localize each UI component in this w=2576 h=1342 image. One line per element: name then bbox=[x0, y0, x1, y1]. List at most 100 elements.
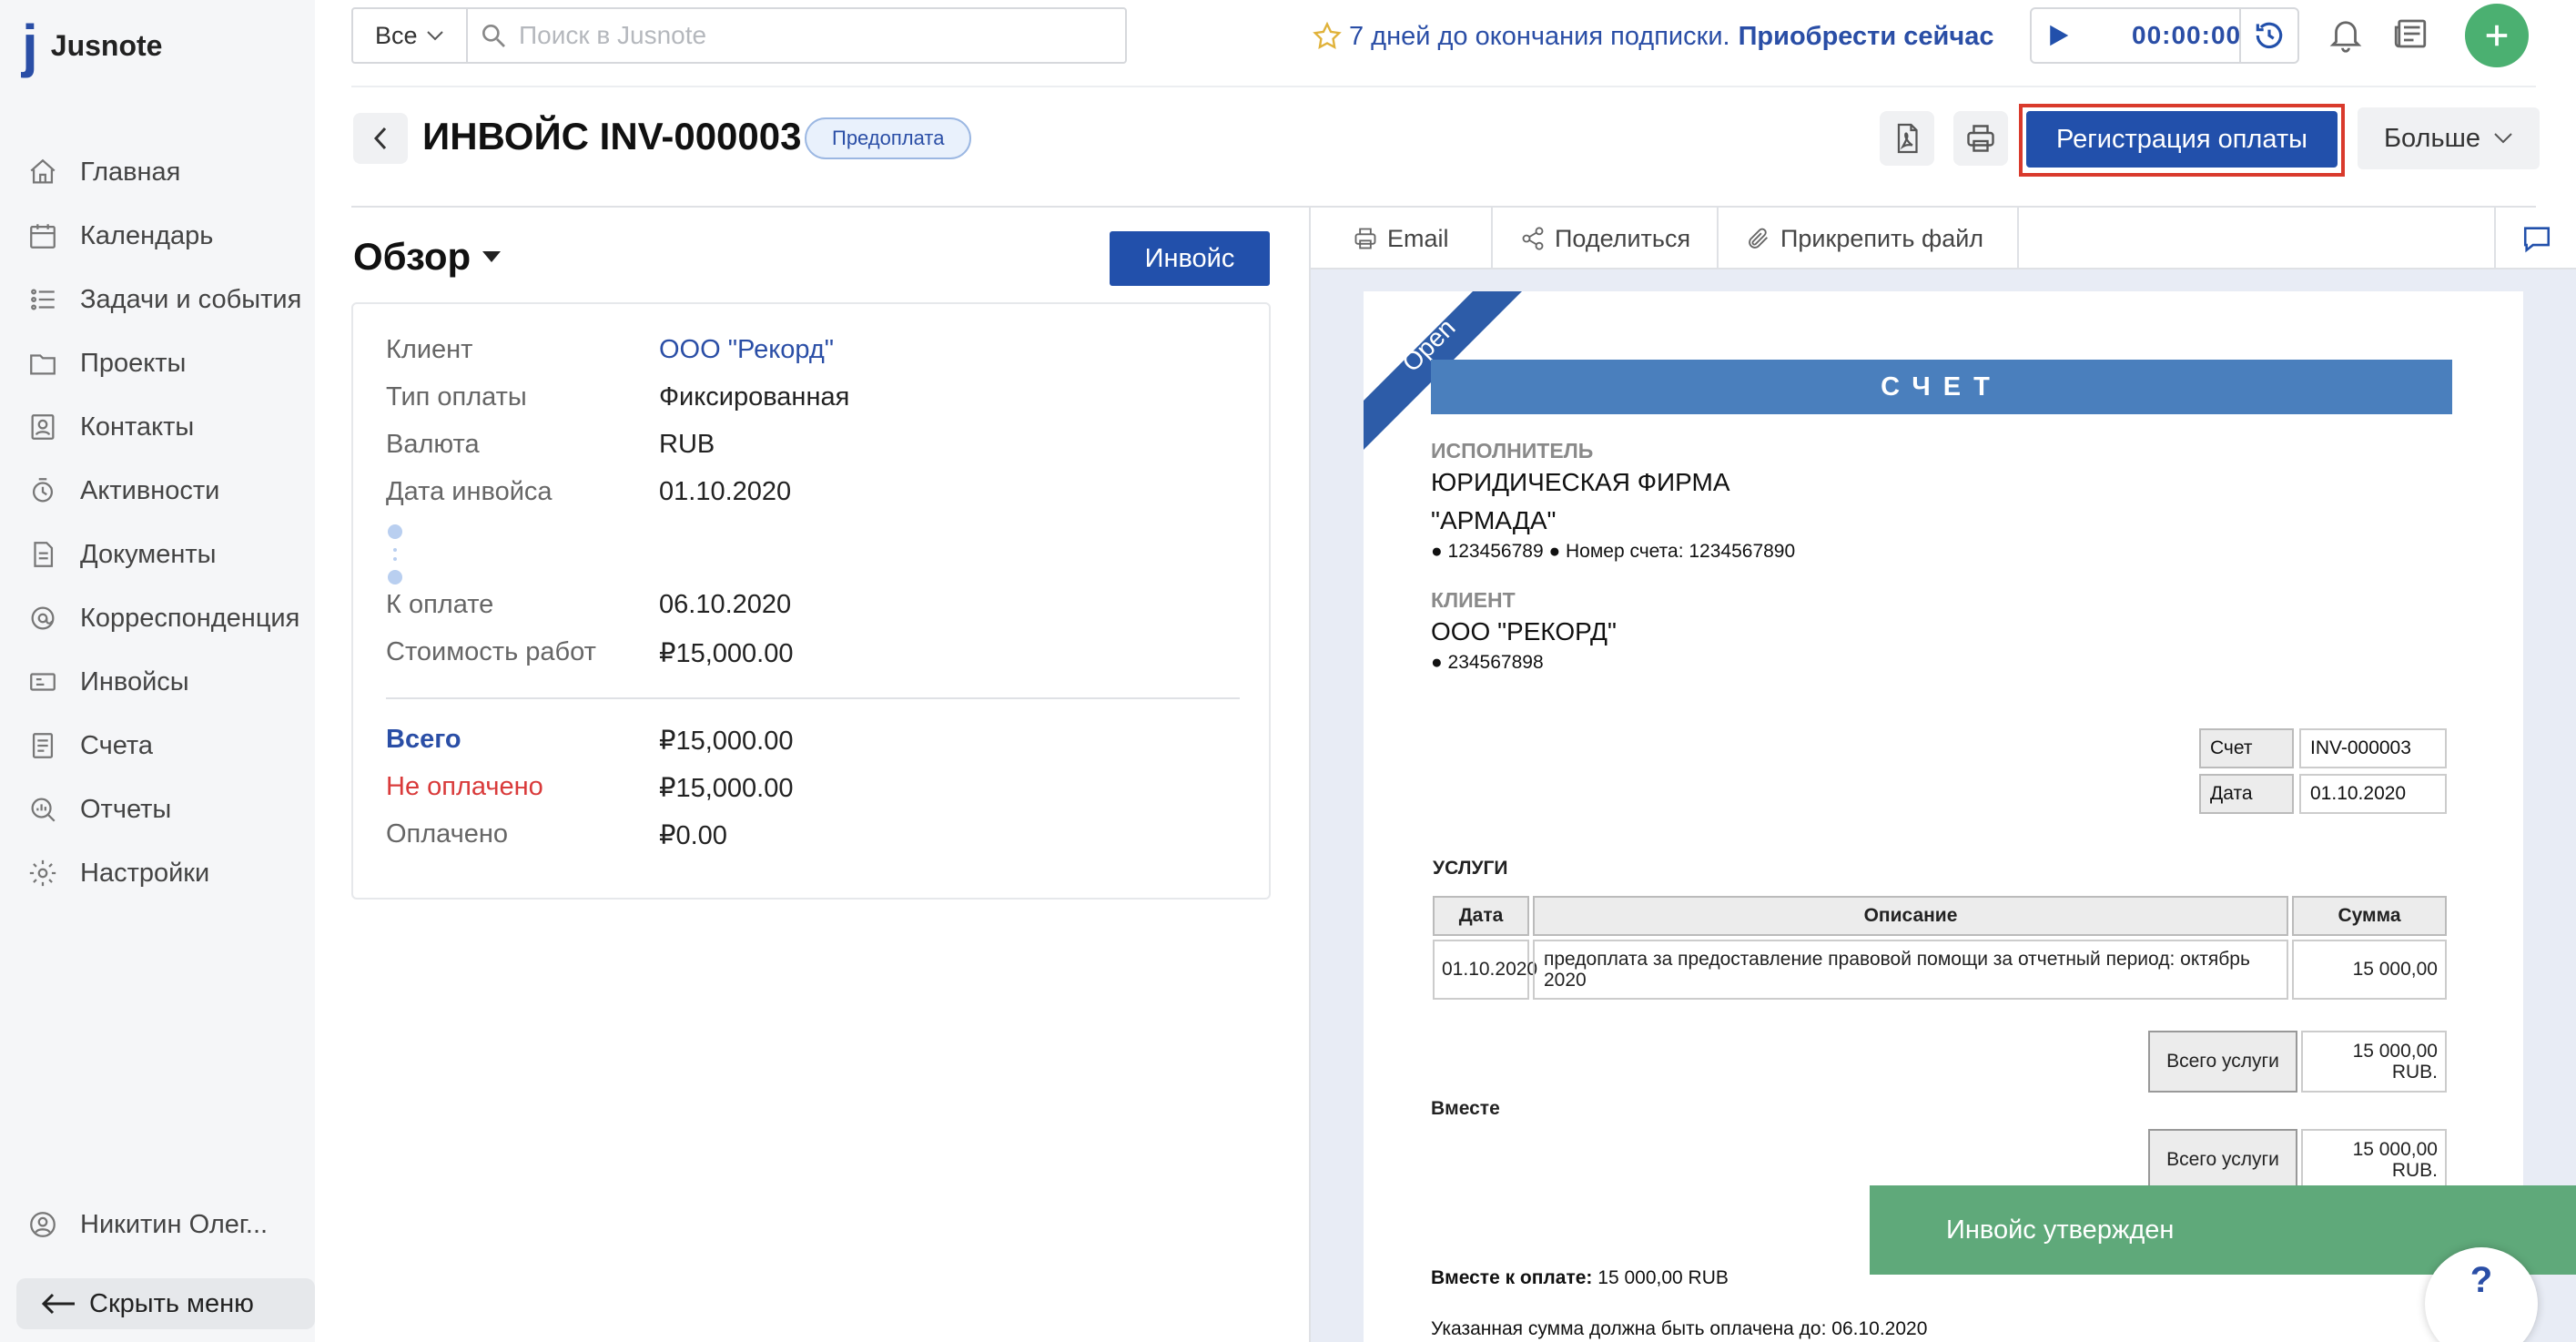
executor-label: ИСПОЛНИТЕЛЬ bbox=[1431, 439, 1594, 463]
sidebar-item-bills[interactable]: Счета bbox=[0, 714, 315, 778]
due-note: Указанная сумма должна быть оплачена до:… bbox=[1431, 1318, 1928, 1339]
sidebar-item-mail[interactable]: Корреспонденция bbox=[0, 586, 315, 650]
user-profile[interactable]: Никитин Олег... bbox=[0, 1193, 315, 1256]
clock-icon bbox=[2256, 22, 2283, 49]
share-button[interactable]: Поделиться bbox=[1493, 208, 1719, 269]
paid-value: ₽0.00 bbox=[659, 821, 727, 850]
client-link[interactable]: ООО "Рекорд" bbox=[659, 335, 834, 365]
client-label: КЛИЕНТ bbox=[1431, 588, 1516, 612]
invoice-icon bbox=[30, 673, 56, 691]
detail-label: Тип оплаты bbox=[386, 382, 527, 412]
comments-button[interactable] bbox=[2494, 208, 2576, 269]
sidebar-nav: Главная Календарь Задачи и события Проек… bbox=[0, 140, 315, 905]
print-button[interactable] bbox=[1953, 111, 2008, 166]
sidebar-item-settings[interactable]: Настройки bbox=[0, 841, 315, 905]
invoice-view-button[interactable]: Инвойс bbox=[1110, 231, 1270, 286]
attach-file-button[interactable]: Прикрепить файл bbox=[1719, 208, 2019, 269]
sidebar-item-label: Контакты bbox=[80, 412, 195, 442]
overview-dropdown[interactable]: Обзор bbox=[353, 235, 502, 279]
client-name: ООО "РЕКОРД" bbox=[1431, 617, 1617, 646]
document-toolbar: Email Поделиться Прикрепить файл bbox=[1311, 208, 2576, 269]
printer-icon bbox=[1354, 228, 1376, 249]
email-label: Email bbox=[1387, 224, 1449, 252]
sidebar-item-label: Документы bbox=[80, 539, 217, 569]
divider bbox=[386, 697, 1240, 699]
invoice-title: СЧЕТ bbox=[1431, 360, 2452, 414]
sidebar-item-activity[interactable]: Активности bbox=[0, 459, 315, 523]
projects-icon bbox=[30, 354, 56, 375]
caret-down-icon bbox=[482, 251, 502, 262]
total-label: Всего bbox=[386, 725, 461, 754]
sidebar-item-label: Активности bbox=[80, 475, 220, 505]
activity-icon bbox=[32, 478, 54, 503]
amount-due-value: 15 000,00 RUB bbox=[1597, 1267, 1729, 1288]
sidebar-item-label: Задачи и события bbox=[80, 284, 302, 314]
search-input[interactable] bbox=[519, 21, 1101, 50]
detail-label: К оплате bbox=[386, 590, 494, 619]
search-icon bbox=[482, 24, 505, 47]
hide-menu-button[interactable]: Скрыть меню bbox=[16, 1278, 315, 1329]
meta-value: 01.10.2020 bbox=[2299, 774, 2447, 814]
sidebar-item-calendar[interactable]: Календарь bbox=[0, 204, 315, 268]
service-amount: 15 000,00 bbox=[2292, 940, 2447, 1000]
reports-icon bbox=[31, 798, 56, 822]
bell-icon[interactable] bbox=[2327, 15, 2365, 53]
timer-history-button[interactable] bbox=[2239, 9, 2297, 62]
news-icon[interactable] bbox=[2390, 15, 2430, 53]
buy-now-link[interactable]: Приобрести сейчас bbox=[1739, 22, 1994, 52]
services-label: УСЛУГИ bbox=[1433, 858, 1508, 879]
unpaid-label: Не оплачено bbox=[386, 772, 543, 801]
column-header: Дата bbox=[1433, 896, 1529, 936]
sidebar-item-label: Корреспонденция bbox=[80, 603, 300, 633]
pdf-button[interactable] bbox=[1880, 111, 1934, 166]
executor-name-2: "АРМАДА" bbox=[1431, 506, 1557, 534]
sidebar-item-projects[interactable]: Проекты bbox=[0, 331, 315, 395]
sidebar-item-contacts[interactable]: Контакты bbox=[0, 395, 315, 459]
add-button[interactable] bbox=[2465, 4, 2529, 67]
invoice-sheet: Open СЧЕТ ИСПОЛНИТЕЛЬ ЮРИДИЧЕСКАЯ ФИРМА … bbox=[1364, 291, 2523, 1342]
column-header: Сумма bbox=[2292, 896, 2447, 936]
sidebar-item-documents[interactable]: Документы bbox=[0, 523, 315, 586]
sidebar-item-label: Календарь bbox=[80, 220, 214, 250]
service-date: 01.10.2020 bbox=[1433, 940, 1537, 1000]
client-details: ● 234567898 bbox=[1431, 652, 1544, 673]
user-name: Никитин Олег... bbox=[80, 1209, 269, 1239]
detail-value: 01.10.2020 bbox=[659, 477, 792, 506]
amount-due-label: Вместе к оплате: bbox=[1431, 1267, 1593, 1288]
comment-icon bbox=[2523, 227, 2551, 253]
printer-icon bbox=[1967, 125, 1994, 152]
register-payment-button[interactable]: Регистрация оплаты bbox=[2026, 111, 2338, 168]
sidebar-item-label: Настройки bbox=[80, 858, 210, 888]
search-scope-label: Все bbox=[375, 21, 418, 49]
sidebar-item-label: Инвойсы bbox=[80, 666, 189, 696]
executor-details: ● 123456789 ● Номер счета: 1234567890 bbox=[1431, 541, 1796, 562]
paperclip-icon bbox=[1749, 228, 1768, 249]
sidebar-item-invoices[interactable]: Инвойсы bbox=[0, 650, 315, 714]
meta-label: Счет bbox=[2199, 728, 2294, 768]
logo[interactable]: j Jusnote bbox=[22, 13, 162, 78]
search-scope-select[interactable]: Все bbox=[353, 9, 468, 62]
logo-mark: j bbox=[22, 13, 38, 78]
detail-value: RUB bbox=[659, 430, 715, 459]
column-header: Описание bbox=[1533, 896, 2288, 936]
sidebar-item-tasks[interactable]: Задачи и события bbox=[0, 268, 315, 331]
email-button[interactable]: Email bbox=[1311, 208, 1493, 269]
sidebar-item-label: Проекты bbox=[80, 348, 187, 378]
overview-card: Клиент ООО "Рекорд" Тип оплаты Фиксирова… bbox=[351, 302, 1271, 900]
sidebar-item-reports[interactable]: Отчеты bbox=[0, 778, 315, 841]
together-label: Вместе bbox=[1431, 1098, 1500, 1119]
sidebar-item-home[interactable]: Главная bbox=[0, 140, 315, 204]
meta-value: INV-000003 bbox=[2299, 728, 2447, 768]
play-icon[interactable] bbox=[2044, 22, 2072, 49]
together-total-label: Всего услуги bbox=[2148, 1129, 2297, 1191]
subscription-promo: 7 дней до окончания подписки. Приобрести… bbox=[1311, 16, 1993, 56]
contacts-icon bbox=[31, 414, 55, 440]
page-title: ИНВОЙС INV-000003 bbox=[422, 115, 802, 158]
more-button-label: Больше bbox=[2384, 123, 2480, 153]
more-button[interactable]: Больше bbox=[2358, 107, 2540, 169]
pdf-icon bbox=[1897, 123, 1918, 154]
search-bar: Все bbox=[351, 7, 1127, 64]
back-button[interactable] bbox=[353, 113, 408, 164]
promo-text: 7 дней до окончания подписки. bbox=[1349, 21, 1730, 51]
user-icon bbox=[30, 1212, 56, 1237]
